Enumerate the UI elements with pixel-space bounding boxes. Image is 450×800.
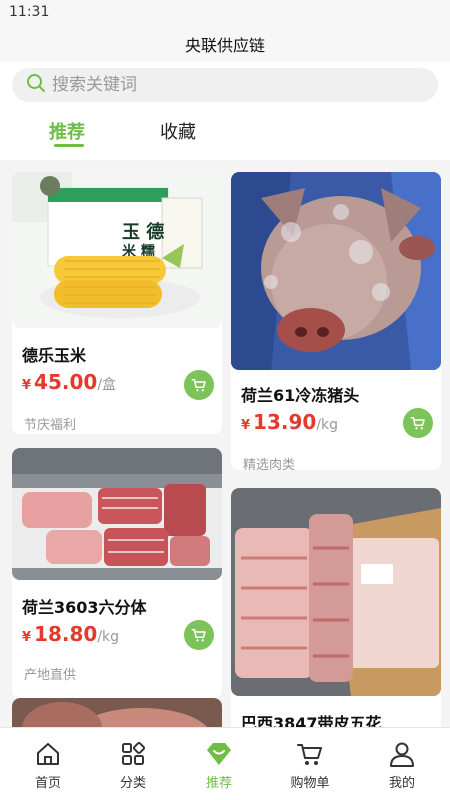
tab-profile[interactable]: 我的: [357, 728, 447, 800]
tab-profile-label: 我的: [388, 776, 415, 791]
tab-category-label: 分类: [119, 776, 146, 791]
search-bar[interactable]: [12, 68, 438, 102]
recommend-icon: [207, 743, 231, 765]
search-input[interactable]: [52, 75, 412, 95]
page-title: 央联供应链: [184, 36, 265, 55]
product-image[interactable]: 玉 德 米 糯: [12, 172, 222, 328]
product-card[interactable]: 荷兰61冷冻猪头 ¥13.90/kg 精选肉类: [231, 172, 441, 470]
cart-icon: [410, 417, 425, 430]
category-icon: [122, 741, 146, 765]
price-value: 13.90: [253, 410, 317, 434]
cart-icon: [191, 379, 206, 392]
status-time: 11:31: [9, 4, 50, 20]
product-feed[interactable]: 玉 德 米 糯 德乐玉米 ¥45.00/盒 节庆福利 荷兰61冷冻猪头 ¥ 13…: [0, 160, 450, 727]
tab-cart[interactable]: 购物单: [265, 728, 355, 800]
product-image[interactable]: [12, 698, 222, 727]
product-price: ¥13.90/kg: [241, 410, 338, 434]
search-area: 推荐 收藏: [0, 62, 450, 160]
product-card[interactable]: 巴西3847带皮五花: [231, 488, 441, 727]
product-tag: 节庆福利: [24, 418, 77, 433]
product-name[interactable]: 荷兰61冷冻猪头: [241, 382, 359, 406]
product-tag: 精选肉类: [243, 458, 296, 470]
tab-cart-label: 购物单: [290, 776, 330, 791]
tab-bar: 推荐 收藏: [0, 114, 450, 154]
tab-home[interactable]: 首页: [3, 728, 93, 800]
add-to-cart-button[interactable]: [403, 408, 433, 438]
product-card[interactable]: 荷兰3603六分体 ¥18.80/kg 产地直供: [12, 448, 222, 698]
svg-text:玉 德: 玉 德: [122, 221, 164, 243]
tab-category[interactable]: 分类: [88, 728, 178, 800]
product-tag: 产地直供: [24, 668, 77, 683]
product-name[interactable]: 荷兰3603六分体: [22, 594, 147, 618]
product-name[interactable]: 德乐玉米: [22, 342, 86, 366]
currency-symbol: ¥: [22, 378, 32, 393]
add-to-cart-button[interactable]: [184, 370, 214, 400]
tab-recommend[interactable]: 推荐: [49, 118, 85, 144]
user-icon: [390, 742, 414, 767]
tab-recommend-nav-label: 推荐: [205, 776, 232, 791]
product-image[interactable]: [231, 488, 441, 696]
cart-icon: [297, 744, 322, 765]
product-name[interactable]: 巴西3847带皮五花: [241, 710, 382, 727]
tab-home-label: 首页: [34, 776, 61, 791]
currency-symbol: ¥: [241, 418, 251, 433]
product-price: ¥18.80/kg: [22, 622, 119, 646]
price-value: 45.00: [34, 370, 98, 394]
price-unit: /kg: [316, 417, 339, 433]
product-card[interactable]: [12, 698, 222, 727]
add-to-cart-button[interactable]: [184, 620, 214, 650]
home-icon: [37, 743, 59, 765]
price-unit: /盒: [97, 377, 117, 393]
active-tab-indicator: [54, 144, 84, 147]
tab-favorites[interactable]: 收藏: [160, 118, 196, 144]
price-value: 18.80: [34, 622, 98, 646]
bottom-tab-bar: 首页 分类 推荐 购物单 我的: [0, 727, 450, 800]
price-unit: /kg: [97, 629, 120, 645]
currency-symbol: ¥: [22, 630, 32, 645]
product-price: ¥45.00/盒: [22, 370, 116, 394]
status-bar: 11:31: [0, 0, 450, 26]
product-image[interactable]: [231, 172, 441, 370]
product-image[interactable]: [12, 448, 222, 580]
search-icon: [26, 73, 46, 97]
product-card[interactable]: 玉 德 米 糯 德乐玉米 ¥45.00/盒 节庆福利: [12, 172, 222, 434]
tab-recommend-nav[interactable]: 推荐: [174, 728, 264, 800]
cart-icon: [191, 629, 206, 642]
